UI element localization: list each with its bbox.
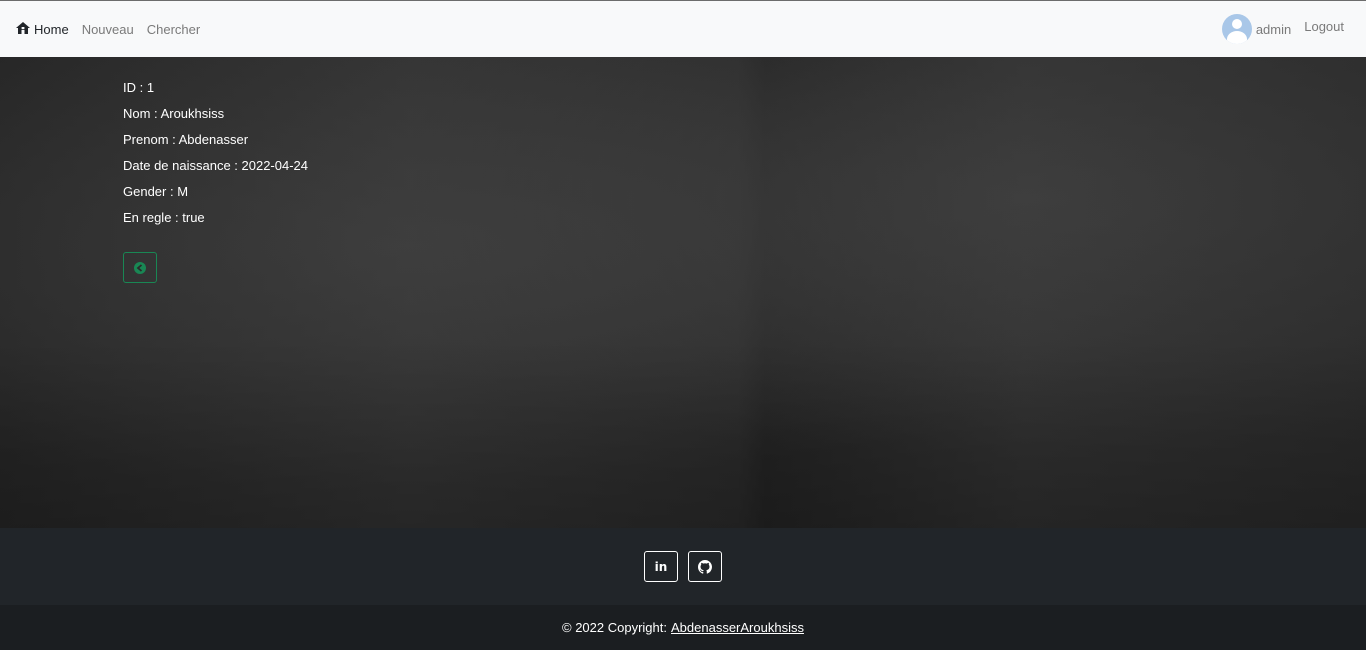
top-navbar: Home Nouveau Chercher admin Logout (0, 0, 1366, 57)
detail-en-regle: En regle : true (123, 210, 205, 225)
detail-gender: Gender : M (123, 184, 189, 199)
user-menu[interactable]: admin (1221, 14, 1292, 44)
student-details: ID : 1 Nom : Aroukhsiss Prenom : Abdenas… (123, 80, 308, 283)
github-button[interactable] (688, 551, 722, 582)
detail-nom: Nom : Aroukhsiss (123, 106, 225, 121)
nav-home-label: Home (34, 21, 69, 37)
back-button[interactable] (123, 252, 157, 283)
copyright-author-link[interactable]: AbdenasserAroukhsiss (671, 620, 804, 635)
nav-search-link[interactable]: Chercher (147, 22, 200, 37)
nav-user-area: admin Logout (1221, 14, 1344, 44)
copyright-footer: © 2022 Copyright: AbdenasserAroukhsiss (0, 605, 1366, 650)
linkedin-icon: in (654, 559, 668, 574)
home-icon (16, 21, 30, 37)
nav-home-link[interactable]: Home (16, 21, 69, 37)
detail-id: ID : 1 (123, 80, 155, 95)
arrow-left-circle-icon (134, 261, 146, 274)
detail-date-naissance: Date de naissance : 2022-04-24 (123, 158, 309, 173)
github-icon (698, 559, 712, 574)
detail-prenom: Prenom : Abdenasser (123, 132, 249, 147)
user-avatar-icon (1221, 14, 1252, 44)
nav-links: Home Nouveau Chercher (16, 21, 200, 37)
username-label: admin (1255, 21, 1292, 37)
logout-link[interactable]: Logout (1304, 19, 1344, 34)
social-links-bar: in (0, 528, 1366, 605)
copyright-text: © 2022 Copyright: (562, 620, 667, 635)
linkedin-button[interactable]: in (644, 551, 678, 582)
nav-new-link[interactable]: Nouveau (82, 22, 134, 37)
main-content: ID : 1 Nom : Aroukhsiss Prenom : Abdenas… (0, 57, 1366, 528)
